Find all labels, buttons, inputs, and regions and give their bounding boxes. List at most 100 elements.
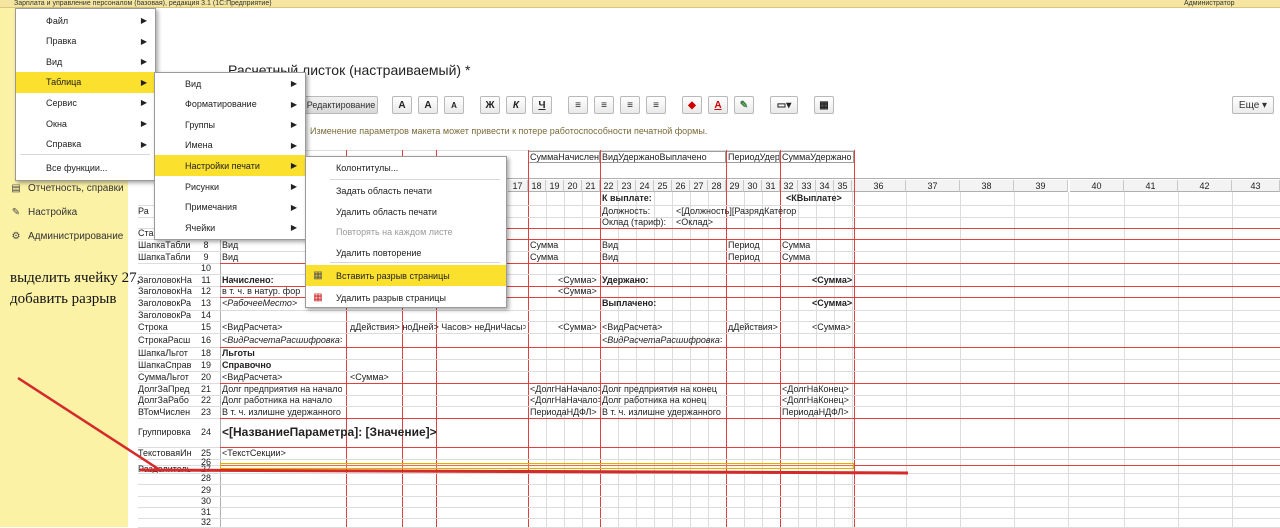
column-header[interactable]: 24 [636,180,654,192]
grid-cell[interactable]: <Сумма> [558,286,628,297]
grid-cell[interactable]: Сумма [530,239,600,251]
column-header[interactable]: 31 [762,180,780,192]
grid-cell[interactable]: ПериодаНДФЛ> [782,406,852,418]
grid-cell[interactable]: <ТекстСекции> [222,447,342,459]
table-submenu-item[interactable]: Вид ▶ [155,73,305,94]
column-header[interactable]: 35 [834,180,852,192]
row-number[interactable]: 19 [192,359,220,371]
grid-cell[interactable]: Удержано: [602,274,722,286]
edit-button[interactable]: Редактирование [304,96,378,114]
grid-cell[interactable]: Долг работника на начало [222,395,342,406]
main-menu-item[interactable]: Правка ▶ [16,31,155,52]
highlight-icon[interactable]: ✎ [734,96,754,114]
italic-button[interactable]: К [506,96,526,114]
underline-button[interactable]: Ч [532,96,552,114]
grid-cell[interactable]: Долг работника на конец [602,395,722,406]
grid-cell[interactable]: <Сумма> [812,274,882,286]
grid-cell[interactable]: <ВидРасчета> [222,321,342,333]
table-submenu-item[interactable]: Форматирование ▶ [155,94,305,115]
table-submenu-item[interactable]: Имена ▶ [155,135,305,156]
row-number[interactable]: 21 [192,383,220,395]
justify-icon[interactable]: ≡ [646,96,666,114]
column-header[interactable]: 29 [726,180,744,192]
column-header[interactable]: 39 [1014,180,1068,192]
column-header[interactable]: 30 [744,180,762,192]
grid-cell[interactable]: <[НазваниеПараметра]: [Значение]> [222,418,522,447]
main-menu-item[interactable]: Файл ▶ [16,10,155,31]
main-menu-item[interactable]: Вид ▶ [16,51,155,72]
grid-cell[interactable]: Льготы [222,347,342,359]
row-number[interactable]: 32 [192,518,220,527]
align-right-icon[interactable]: ≡ [620,96,640,114]
table-submenu-item[interactable]: Настройки печати ▶ [155,155,305,177]
grid-cell[interactable]: <КВыплате> [786,192,852,205]
row-number[interactable]: 16 [192,333,220,347]
grid-cell[interactable]: <Сумма> [812,297,882,310]
sidebar-item-reports[interactable]: ▤ Отчетность, справки [10,178,123,198]
row-number[interactable]: 10 [192,263,220,274]
row-number[interactable]: 8 [192,239,220,251]
row-number[interactable]: 29 [192,484,220,496]
column-header[interactable]: 43 [1232,180,1280,192]
fill-color-icon[interactable]: ◆ [682,96,702,114]
grid-cell[interactable]: Вид [602,239,722,251]
table-submenu-item[interactable]: Рисунки ▶ [155,176,305,197]
print-submenu-item[interactable]: Вставить разрыв страницы ▦ [306,265,506,286]
merge-cells-icon[interactable]: ▦ [814,96,834,114]
font-decrease-button[interactable]: A [444,96,464,114]
main-menu-item[interactable]: Таблица ▶ [16,71,155,93]
row-number[interactable]: 27 [192,465,220,474]
column-header[interactable]: 34 [816,180,834,192]
column-header[interactable]: 20 [564,180,582,192]
text-color-icon[interactable]: A [708,96,728,114]
grid-cell[interactable]: Долг предприятия на начало [222,383,342,395]
print-submenu-item[interactable]: Удалить повторение [306,242,506,263]
row-number[interactable]: 24 [192,418,220,447]
grid-cell[interactable]: <ДолгНаНачало> [530,383,600,395]
row-number[interactable]: 30 [192,496,220,507]
more-button[interactable]: Еще ▾ [1232,96,1274,114]
borders-icon[interactable]: ▭▾ [770,96,798,114]
grid-cell[interactable]: Сумма [782,251,852,263]
table-submenu-item[interactable]: Примечания ▶ [155,197,305,218]
column-header[interactable]: 21 [582,180,600,192]
table-submenu-item[interactable]: Ячейки ▶ [155,217,305,238]
selected-row-27[interactable] [220,463,854,469]
grid-cell[interactable]: <ВидРасчета> [602,321,722,333]
main-menu-item[interactable]: Сервис ▶ [16,92,155,113]
grid-cell[interactable]: <Сумма> [350,371,526,383]
row-number[interactable]: 11 [192,274,220,286]
grid-cell[interactable]: Сумма [782,239,852,251]
grid-cell[interactable]: ПериодаНДФЛ> [530,406,600,418]
column-header[interactable]: 17 [508,180,528,192]
grid-cell[interactable]: дДействия> ноДней> Часов> неДниЧасы> [350,321,526,333]
grid-cell[interactable]: Сумма [530,251,600,263]
column-header[interactable]: 41 [1124,180,1178,192]
grid-cell[interactable]: <Оклад> [676,217,796,228]
main-menu-item[interactable]: Все функции... [16,157,155,178]
column-header[interactable]: 23 [618,180,636,192]
main-menu-item[interactable]: Окна ▶ [16,113,155,134]
print-submenu-item[interactable]: Задать область печати [306,180,506,201]
row-number[interactable]: 15 [192,321,220,333]
print-submenu-item[interactable]: Колонтитулы... [306,157,506,178]
grid-cell[interactable]: В т. ч. излишне удержанного НДФЛ [222,406,342,418]
sidebar-item-admin[interactable]: ⚙ Администрирование [10,226,124,246]
column-header[interactable]: 32 [780,180,798,192]
column-header[interactable]: 25 [654,180,672,192]
column-header[interactable]: 37 [906,180,960,192]
column-header[interactable]: 38 [960,180,1014,192]
grid-cell[interactable]: Выплачено: [602,297,722,310]
column-header[interactable]: 18 [528,180,546,192]
column-header[interactable]: 19 [546,180,564,192]
column-header[interactable]: 26 [672,180,690,192]
print-submenu-item[interactable]: Удалить область печати [306,201,506,222]
column-header[interactable]: 33 [798,180,816,192]
column-header[interactable]: 22 [600,180,618,192]
table-submenu-item[interactable]: Группы ▶ [155,114,305,135]
print-submenu-item[interactable]: Удалить разрыв страницы ▦ [306,287,506,308]
align-center-icon[interactable]: ≡ [594,96,614,114]
grid-cell[interactable]: <ВидРасчета> [222,371,342,383]
row-number[interactable]: 23 [192,406,220,418]
grid-cell[interactable]: <Сумма> [812,321,882,333]
